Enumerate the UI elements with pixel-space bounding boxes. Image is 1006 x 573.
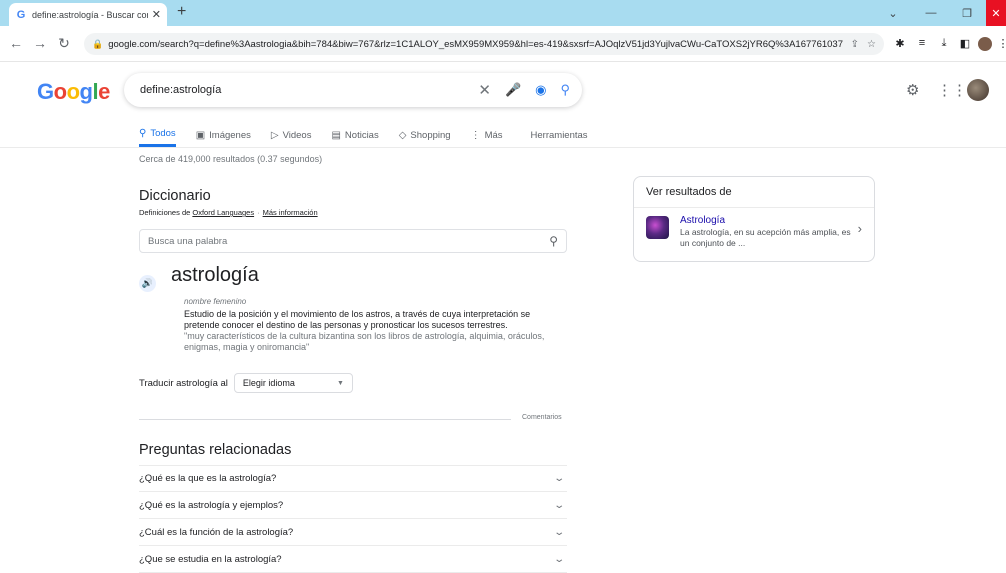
translate-label: Traducir astrología al bbox=[139, 377, 228, 389]
browser-tab[interactable]: G define:astrología - Buscar con Go ✕ bbox=[9, 3, 167, 26]
logo-letter: G bbox=[37, 79, 54, 104]
browser-toolbar: ← → ↻ 🔒 google.com/search?q=define%3Aast… bbox=[0, 26, 1006, 62]
restore-icon[interactable]: ❐ bbox=[950, 0, 984, 26]
apps-grid-icon[interactable]: ⋮⋮ bbox=[937, 81, 967, 99]
side-panel-icon[interactable]: ◧ bbox=[958, 37, 972, 50]
forward-icon[interactable]: → bbox=[32, 35, 48, 51]
download-icon[interactable]: ⤓ bbox=[937, 37, 951, 50]
reload-icon[interactable]: ↻ bbox=[56, 35, 72, 52]
close-tab-icon[interactable]: ✕ bbox=[152, 8, 161, 21]
share-icon[interactable]: ⇪ bbox=[851, 39, 859, 50]
result-stats: Cerca de 419,000 resultados (0.37 segund… bbox=[139, 154, 323, 164]
definition-text: Estudio de la posición y el movimiento d… bbox=[184, 309, 531, 330]
paa-question[interactable]: ¿Cuál es la función de la astrología? ⌄ bbox=[139, 519, 567, 546]
address-bar[interactable]: 🔒 google.com/search?q=define%3Aastrologi… bbox=[84, 33, 884, 55]
logo-letter: g bbox=[79, 79, 93, 104]
search-icon[interactable]: ⚲ bbox=[549, 234, 558, 248]
tab-imagenes[interactable]: ▣ Imágenes bbox=[196, 123, 251, 147]
search-icon[interactable]: ⚲ bbox=[560, 82, 570, 98]
paa-list: ¿Qué es la que es la astrología? ⌄ ¿Qué … bbox=[139, 465, 567, 573]
tab-noticias[interactable]: ▤ Noticias bbox=[331, 123, 378, 147]
tools-button[interactable]: Herramientas bbox=[531, 123, 588, 147]
bookmark-star-icon[interactable]: ☆ bbox=[867, 39, 876, 50]
tab-title: define:astrología - Buscar con Go bbox=[32, 9, 148, 20]
search-icon: ⚲ bbox=[139, 128, 147, 139]
video-icon: ▷ bbox=[270, 129, 279, 141]
language-select[interactable]: Elegir idioma ▼ bbox=[233, 373, 353, 393]
close-window-icon[interactable]: ✕ bbox=[986, 0, 1006, 26]
chevron-down-icon: ⌄ bbox=[552, 473, 565, 484]
translate-row: Traducir astrología al Elegir idioma ▼ bbox=[139, 373, 353, 393]
profile-avatar[interactable] bbox=[978, 37, 992, 51]
menu-dots-icon[interactable]: ⋮ bbox=[996, 37, 1006, 50]
paa-question[interactable]: ¿Qué es la que es la astrología? ⌄ bbox=[139, 465, 567, 492]
dictionary-title: Diccionario bbox=[139, 188, 211, 204]
google-favicon-icon: G bbox=[16, 8, 26, 21]
tab-shopping[interactable]: ◇ Shopping bbox=[399, 123, 451, 147]
chevron-down-icon: ⌄ bbox=[552, 526, 565, 538]
chevron-down-icon: ⌄ bbox=[552, 499, 565, 511]
tab-todos[interactable]: ⚲ Todos bbox=[139, 123, 176, 147]
more-vert-icon: ⋮ bbox=[470, 129, 481, 141]
word-search-input[interactable]: Busca una palabra ⚲ bbox=[139, 229, 567, 253]
feedback-divider bbox=[139, 419, 511, 420]
headword: astrología bbox=[171, 264, 259, 286]
search-box[interactable]: define:astrología ✕ 🎤 ◉ ⚲ bbox=[124, 73, 582, 107]
see-results-panel: Ver resultados de Astrología La astrolog… bbox=[633, 176, 875, 262]
new-tab-icon[interactable]: + bbox=[177, 3, 186, 21]
logo-letter: e bbox=[98, 79, 110, 104]
tab-search-icon[interactable]: ⌄ bbox=[876, 0, 910, 26]
microphone-icon[interactable]: 🎤 bbox=[505, 82, 521, 98]
panel-item-title: Astrología bbox=[680, 215, 726, 226]
paa-question[interactable]: ¿Que se estudia en la astrología? ⌄ bbox=[139, 546, 567, 573]
browser-tab-strip: G define:astrología - Buscar con Go ✕ + … bbox=[0, 0, 1006, 26]
word-search-placeholder: Busca una palabra bbox=[148, 235, 228, 247]
url-text: google.com/search?q=define%3Aastrologia&… bbox=[108, 38, 843, 50]
settings-gear-icon[interactable]: ⚙ bbox=[906, 81, 919, 99]
feedback-link[interactable]: Comentarios bbox=[522, 414, 562, 421]
panel-result-astrologia[interactable]: Astrología La astrología, en su acepción… bbox=[634, 208, 874, 255]
news-icon: ▤ bbox=[331, 129, 341, 141]
image-icon: ▣ bbox=[195, 129, 206, 141]
paa-question[interactable]: ¿Qué es la astrología y ejemplos? ⌄ bbox=[139, 492, 567, 519]
lens-camera-icon[interactable]: ◉ bbox=[535, 82, 546, 98]
google-account-avatar[interactable] bbox=[967, 79, 989, 101]
dictionary-source: Definiciones de Oxford Languages · Más inf… bbox=[139, 208, 318, 217]
more-info-link[interactable]: Más información bbox=[263, 208, 318, 217]
logo-letter: o bbox=[66, 79, 80, 104]
tab-mas[interactable]: ⋮ Más bbox=[471, 123, 503, 147]
clear-icon[interactable]: ✕ bbox=[478, 81, 491, 99]
speaker-icon[interactable]: 🔊 bbox=[139, 275, 156, 292]
header-divider bbox=[0, 147, 1006, 148]
dropdown-caret-icon: ▼ bbox=[336, 379, 344, 387]
lock-icon[interactable]: 🔒 bbox=[92, 39, 103, 50]
tag-icon: ◇ bbox=[398, 129, 407, 141]
paa-title: Preguntas relacionadas bbox=[139, 442, 292, 458]
astrology-thumbnail bbox=[646, 216, 669, 239]
search-input[interactable]: define:astrología bbox=[140, 84, 464, 96]
reading-list-icon[interactable]: ≡ bbox=[915, 37, 929, 49]
oxford-languages-link[interactable]: Oxford Languages bbox=[192, 208, 254, 217]
minimize-icon[interactable]: — bbox=[914, 0, 948, 26]
back-icon[interactable]: ← bbox=[8, 35, 24, 51]
chevron-down-icon: ⌄ bbox=[552, 553, 565, 565]
search-tabs: ⚲ Todos ▣ Imágenes ▷ Videos ▤ Noticias ◇… bbox=[139, 123, 608, 147]
panel-header: Ver resultados de bbox=[634, 177, 874, 208]
logo-letter: o bbox=[53, 79, 67, 104]
panel-item-desc: La astrología, en su acepción más amplia… bbox=[680, 227, 851, 248]
extensions-puzzle-icon[interactable]: ✱ bbox=[893, 37, 907, 50]
part-of-speech: nombre femenino bbox=[184, 297, 247, 306]
example-text: "muy característicos de la cultura bizan… bbox=[184, 331, 545, 352]
tab-videos[interactable]: ▷ Videos bbox=[271, 123, 312, 147]
chevron-right-icon: › bbox=[857, 221, 862, 236]
google-logo[interactable]: Google bbox=[37, 79, 110, 105]
